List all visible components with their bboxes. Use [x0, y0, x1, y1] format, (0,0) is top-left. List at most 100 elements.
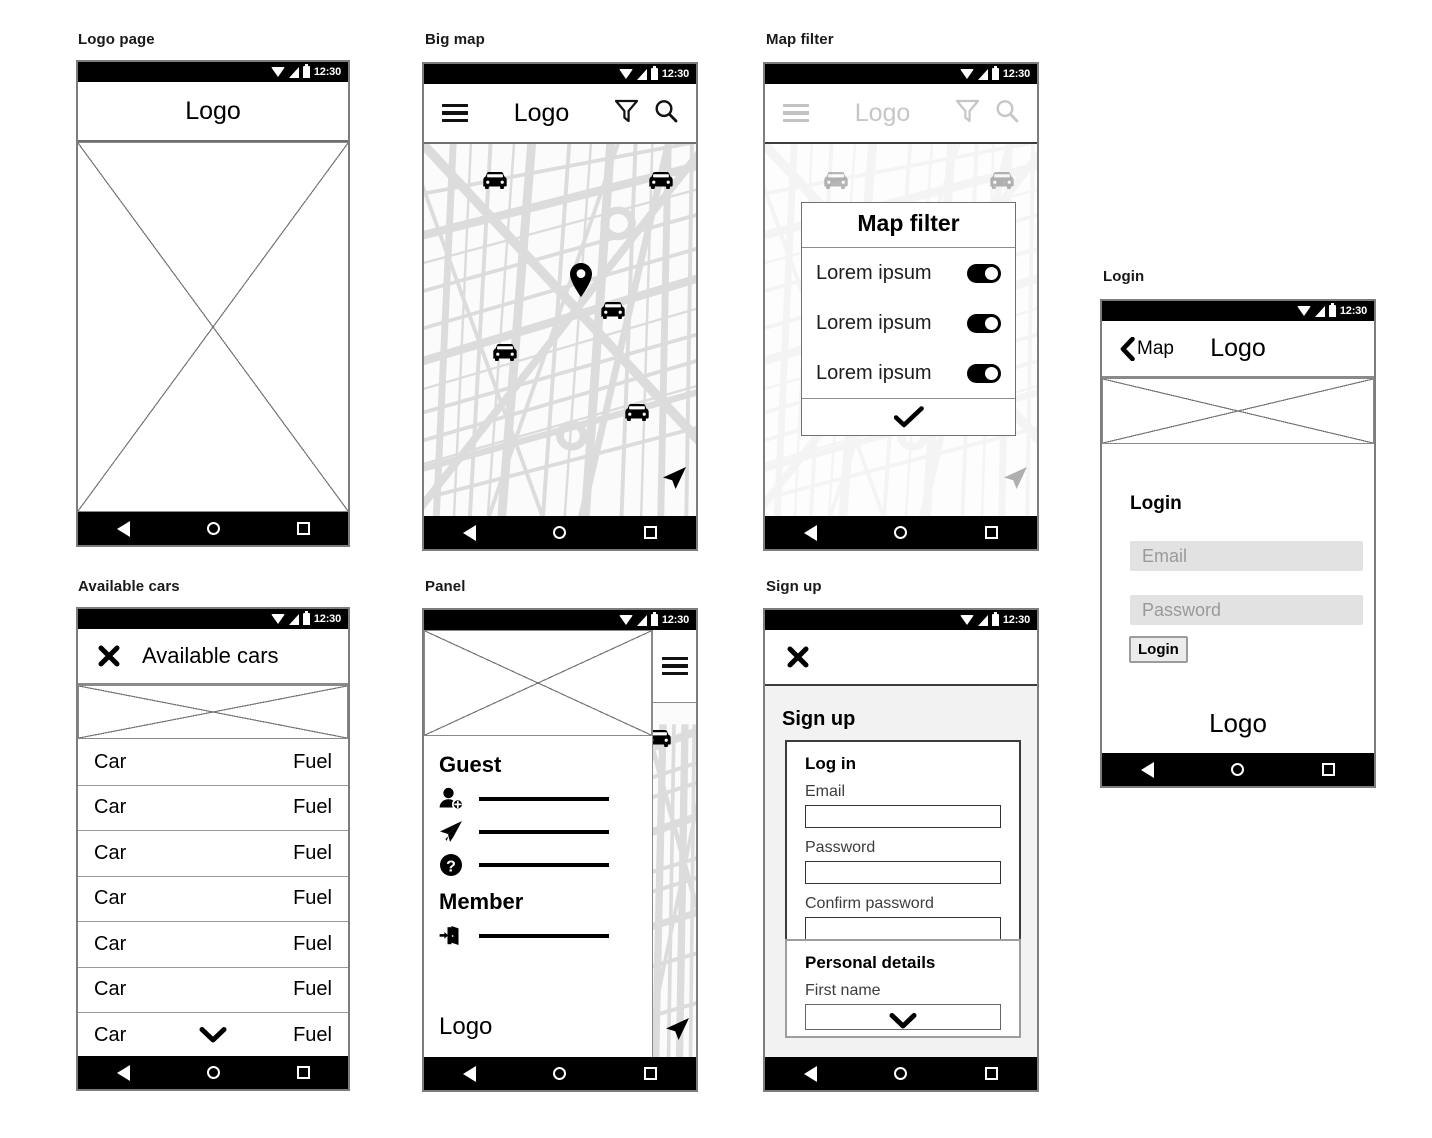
- content-area[interactable]: Car Fuel Car Fuel Car Fuel Car Fuel Car …: [78, 685, 348, 1056]
- car-icon[interactable]: [600, 302, 626, 324]
- phone-available-cars: 12:30 Available cars Car Fuel Car Fuel C…: [76, 607, 350, 1091]
- drawer-footer-logo: Logo: [439, 1013, 493, 1040]
- nav-recents-icon[interactable]: [644, 526, 658, 539]
- nav-back-icon[interactable]: [803, 524, 817, 541]
- phone-big-map: 12:30 Logo: [422, 62, 698, 551]
- street-map[interactable]: [424, 144, 696, 516]
- personal-details-card: Personal details First name: [785, 939, 1021, 1038]
- drawer-item-logout[interactable]: [439, 924, 642, 948]
- content-area[interactable]: Guest ? Member Logo: [424, 630, 696, 1057]
- phone-map-filter: 12:30 Logo Map filter Lorem ipsum Lorem …: [763, 62, 1039, 551]
- nav-home-icon[interactable]: [206, 1066, 220, 1079]
- nav-home-icon[interactable]: [206, 522, 220, 535]
- nav-back-icon[interactable]: [116, 520, 130, 537]
- funnel-icon[interactable]: [614, 99, 639, 128]
- chevron-down-icon[interactable]: [199, 1027, 227, 1043]
- signal-icon: [636, 614, 647, 626]
- filter-row[interactable]: Lorem ipsum: [802, 298, 1015, 348]
- magnifier-icon[interactable]: [654, 99, 678, 128]
- nav-back-icon[interactable]: [462, 524, 476, 541]
- nav-home-icon[interactable]: [1231, 763, 1245, 776]
- drawer-item-placeholder-line: [479, 863, 609, 867]
- car-icon[interactable]: [648, 172, 674, 194]
- drawer-item-add-user[interactable]: [439, 787, 642, 811]
- nav-back-icon[interactable]: [803, 1065, 817, 1082]
- car-label: Car: [94, 1023, 127, 1046]
- table-row[interactable]: Car Fuel: [78, 968, 348, 1013]
- filter-toggle[interactable]: [967, 313, 1001, 333]
- battery-icon: [650, 612, 658, 626]
- table-row[interactable]: Car Fuel: [78, 831, 348, 877]
- login-button[interactable]: Login: [1129, 636, 1188, 663]
- car-label: Car: [94, 932, 127, 955]
- car-icon[interactable]: [624, 404, 650, 426]
- hamburger-icon[interactable]: [442, 100, 468, 126]
- chevron-down-icon[interactable]: [889, 1013, 917, 1029]
- status-bar: 12:30: [765, 64, 1037, 84]
- filter-toggle[interactable]: [967, 363, 1001, 383]
- phone-login: 12:30 Map Logo Login Email Password Logi…: [1100, 299, 1376, 788]
- nav-back-icon[interactable]: [116, 1064, 130, 1081]
- nav-home-icon[interactable]: [553, 526, 567, 539]
- funnel-icon[interactable]: [955, 99, 980, 128]
- dialog-confirm-button[interactable]: [802, 398, 1015, 435]
- first-name-field[interactable]: [805, 1004, 1001, 1030]
- password-field[interactable]: [805, 861, 1001, 884]
- nav-recents-icon[interactable]: [1322, 763, 1336, 776]
- signal-icon: [977, 68, 988, 80]
- image-placeholder: [1102, 378, 1374, 444]
- email-input[interactable]: Email: [1130, 541, 1363, 571]
- status-bar: 12:30: [78, 62, 348, 82]
- signal-icon: [977, 614, 988, 626]
- car-icon: [823, 172, 849, 194]
- car-icon[interactable]: [482, 172, 508, 194]
- table-row[interactable]: Car Fuel: [78, 740, 348, 786]
- drawer-item-send[interactable]: [439, 820, 642, 844]
- member-title: Member: [439, 889, 524, 914]
- navigation-arrow-icon[interactable]: [663, 467, 686, 494]
- drawer-toggle[interactable]: [652, 630, 696, 703]
- hamburger-icon[interactable]: [661, 653, 688, 679]
- table-row[interactable]: Car Fuel: [78, 1013, 348, 1056]
- app-bar-title: Logo: [185, 96, 241, 125]
- nav-recents-icon[interactable]: [985, 1067, 999, 1080]
- login-card-title: Log in: [805, 754, 856, 773]
- android-nav-bar: [1102, 753, 1374, 786]
- filter-toggle[interactable]: [967, 263, 1001, 283]
- nav-back-icon[interactable]: [462, 1065, 476, 1082]
- nav-recents-icon[interactable]: [296, 1066, 310, 1079]
- nav-recents-icon[interactable]: [644, 1067, 658, 1080]
- back-button[interactable]: Map: [1120, 336, 1174, 361]
- nav-home-icon[interactable]: [894, 1067, 908, 1080]
- wifi-icon: [1296, 306, 1311, 316]
- table-row[interactable]: Car Fuel: [78, 786, 348, 831]
- filter-row[interactable]: Lorem ipsum: [802, 248, 1015, 298]
- nav-recents-icon[interactable]: [985, 526, 999, 539]
- filter-row[interactable]: Lorem ipsum: [802, 348, 1015, 398]
- navigation-arrow-icon[interactable]: [666, 1018, 689, 1045]
- nav-back-icon[interactable]: [1140, 761, 1154, 778]
- hamburger-icon[interactable]: [783, 100, 809, 126]
- table-row[interactable]: Car Fuel: [78, 877, 348, 922]
- nav-home-icon[interactable]: [894, 526, 908, 539]
- fuel-label: Fuel: [293, 1023, 332, 1046]
- confirm-password-field[interactable]: [805, 917, 1001, 940]
- email-field[interactable]: [805, 805, 1001, 828]
- password-input[interactable]: Password: [1130, 595, 1363, 625]
- status-time: 12:30: [661, 67, 689, 80]
- nav-recents-icon[interactable]: [296, 522, 310, 535]
- car-list[interactable]: Car Fuel Car Fuel Car Fuel Car Fuel Car …: [78, 740, 348, 1056]
- content-area[interactable]: Sign up Log in Email Password Confirm pa…: [765, 686, 1037, 1057]
- map-area[interactable]: [424, 144, 696, 516]
- table-row[interactable]: Car Fuel: [78, 922, 348, 968]
- map-pin-icon[interactable]: [570, 263, 592, 302]
- drawer-item-help[interactable]: ?: [439, 853, 642, 877]
- close-x-icon[interactable]: [787, 646, 809, 668]
- car-icon[interactable]: [492, 344, 518, 366]
- map-area[interactable]: Map filter Lorem ipsum Lorem ipsum Lorem…: [765, 144, 1037, 516]
- fuel-label: Fuel: [293, 841, 332, 864]
- nav-home-icon[interactable]: [553, 1067, 567, 1080]
- magnifier-icon[interactable]: [995, 99, 1019, 128]
- check-icon: [893, 406, 924, 428]
- close-x-icon[interactable]: [98, 645, 120, 667]
